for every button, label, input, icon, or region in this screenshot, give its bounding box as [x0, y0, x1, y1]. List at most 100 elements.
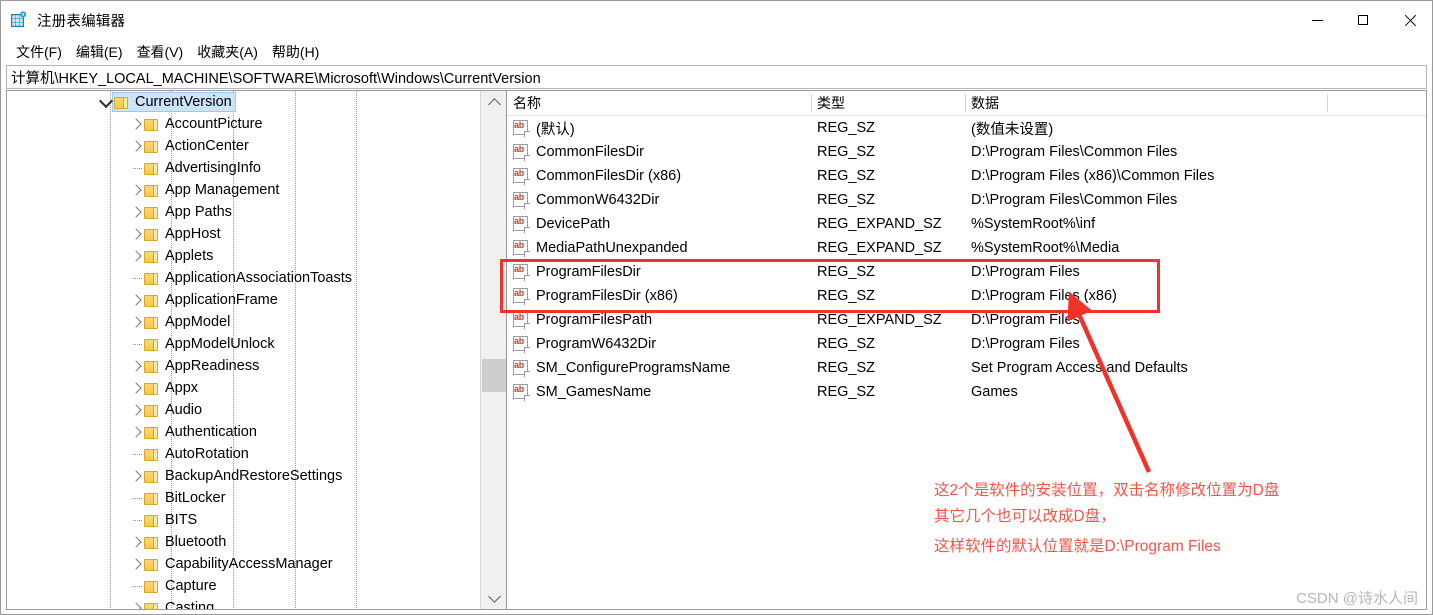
chevron-right-icon[interactable] [130, 377, 144, 399]
chevron-right-icon[interactable] [130, 135, 144, 157]
column-header-type[interactable]: 类型 [811, 91, 965, 115]
scrollbar-thumb[interactable] [482, 359, 506, 392]
chevron-right-icon[interactable] [130, 399, 144, 421]
tree-node[interactable]: CapabilityAccessManager [7, 553, 480, 575]
tree-node[interactable]: Capture [7, 575, 480, 597]
tree-node[interactable]: ActionCenter [7, 135, 480, 157]
value-row[interactable]: ab (默认) REG_SZ (数值未设置) [507, 116, 1426, 140]
address-bar[interactable]: 计算机\HKEY_LOCAL_MACHINE\SOFTWARE\Microsof… [6, 65, 1427, 89]
tree-node[interactable]: App Management [7, 179, 480, 201]
tree-node-content[interactable]: AppModelUnlock [144, 334, 275, 354]
tree-node[interactable]: BackupAndRestoreSettings [7, 465, 480, 487]
tree-node-label: AppModel [165, 314, 231, 330]
tree-node[interactable]: Applets [7, 245, 480, 267]
tree-node-content[interactable]: AppReadiness [144, 356, 259, 376]
tree-node[interactable]: ApplicationAssociationToasts [7, 267, 480, 289]
tree-node-content[interactable]: BitLocker [144, 488, 225, 508]
tree-node-content[interactable]: AccountPicture [144, 114, 263, 134]
chevron-right-icon[interactable] [130, 553, 144, 575]
tree-node-content[interactable]: Audio [144, 400, 202, 420]
tree-node[interactable]: BitLocker [7, 487, 480, 509]
tree-node-label: BackupAndRestoreSettings [165, 468, 343, 484]
value-row[interactable]: ab ProgramFilesPath REG_EXPAND_SZ D:\Progra… [507, 308, 1426, 332]
tree-node[interactable]: Authentication [7, 421, 480, 443]
chevron-right-icon[interactable] [130, 465, 144, 487]
menu-item-2[interactable]: 查看(V) [130, 40, 191, 64]
value-row[interactable]: ab ProgramW6432Dir REG_SZ D:\Program Files [507, 332, 1426, 356]
value-row[interactable]: ab CommonFilesDir REG_SZ D:\Program Files\C… [507, 140, 1426, 164]
tree-node[interactable]: AccountPicture [7, 113, 480, 135]
tree-node[interactable]: AppModelUnlock [7, 333, 480, 355]
value-row[interactable]: ab CommonFilesDir (x86) REG_SZ D:\Program F… [507, 164, 1426, 188]
tree-node-content[interactable]: AutoRotation [144, 444, 249, 464]
chevron-right-icon[interactable] [130, 223, 144, 245]
tree-node[interactable]: AutoRotation [7, 443, 480, 465]
tree-node-content[interactable]: Appx [144, 378, 198, 398]
value-row[interactable]: ab MediaPathUnexpanded REG_EXPAND_SZ %Syste… [507, 236, 1426, 260]
tree-node-content[interactable]: AdvertisingInfo [144, 158, 261, 178]
tree-node-content[interactable]: BITS [144, 510, 197, 530]
tree-node-content[interactable]: Casting [144, 598, 214, 609]
column-header-name[interactable]: 名称 [507, 91, 811, 115]
tree-node-content[interactable]: CurrentVersion [112, 92, 236, 112]
tree-node-content[interactable]: Authentication [144, 422, 257, 442]
scroll-up-button[interactable] [481, 91, 506, 113]
value-row[interactable]: ab ProgramFilesDir (x86) REG_SZ D:\Program … [507, 284, 1426, 308]
chevron-right-icon[interactable] [130, 311, 144, 333]
tree-node-content[interactable]: AppHost [144, 224, 221, 244]
tree-node-content[interactable]: Applets [144, 246, 213, 266]
maximize-button[interactable] [1340, 1, 1386, 39]
tree-node[interactable]: AppReadiness [7, 355, 480, 377]
column-header-data[interactable]: 数据 [965, 91, 1327, 115]
tree-node[interactable]: AppHost [7, 223, 480, 245]
menu-item-3[interactable]: 收藏夹(A) [190, 40, 265, 64]
tree-node-content[interactable]: App Management [144, 180, 279, 200]
value-name-cell: ab MediaPathUnexpanded [513, 236, 688, 260]
chevron-right-icon[interactable] [130, 289, 144, 311]
chevron-right-icon[interactable] [130, 201, 144, 223]
value-row[interactable]: ab DevicePath REG_EXPAND_SZ %SystemRoot%\in… [507, 212, 1426, 236]
menu-item-1[interactable]: 编辑(E) [69, 40, 130, 64]
minimize-button[interactable] [1294, 1, 1340, 39]
value-name-label: DevicePath [536, 216, 611, 232]
tree-node-content[interactable]: ApplicationAssociationToasts [144, 268, 352, 288]
tree-node[interactable]: App Paths [7, 201, 480, 223]
tree-node[interactable]: BITS [7, 509, 480, 531]
menu-item-0[interactable]: 文件(F) [9, 40, 69, 64]
menu-item-4[interactable]: 帮助(H) [265, 40, 326, 64]
string-value-icon: ab [513, 360, 530, 377]
chevron-right-icon[interactable] [130, 179, 144, 201]
tree-node-content[interactable]: App Paths [144, 202, 232, 222]
chevron-right-icon[interactable] [130, 113, 144, 135]
value-row[interactable]: ab SM_GamesName REG_SZ Games [507, 380, 1426, 404]
tree-node[interactable]: ApplicationFrame [7, 289, 480, 311]
tree-node-content[interactable]: Bluetooth [144, 532, 226, 552]
folder-icon [144, 602, 159, 609]
chevron-right-icon[interactable] [130, 531, 144, 553]
chevron-right-icon[interactable] [130, 245, 144, 267]
tree-node[interactable]: AppModel [7, 311, 480, 333]
chevron-down-icon[interactable] [98, 91, 114, 113]
value-row[interactable]: ab CommonW6432Dir REG_SZ D:\Program Files\C… [507, 188, 1426, 212]
tree-node[interactable]: Bluetooth [7, 531, 480, 553]
value-row[interactable]: ab SM_ConfigureProgramsName REG_SZ Set Prog… [507, 356, 1426, 380]
tree-node-content[interactable]: AppModel [144, 312, 230, 332]
tree-node-content[interactable]: ApplicationFrame [144, 290, 278, 310]
tree-vertical-scrollbar[interactable] [480, 91, 506, 609]
chevron-right-icon[interactable] [130, 597, 144, 609]
tree-node-content[interactable]: CapabilityAccessManager [144, 554, 333, 574]
tree-node[interactable]: CurrentVersion [7, 91, 480, 113]
chevron-right-icon[interactable] [130, 421, 144, 443]
tree-node[interactable]: Appx [7, 377, 480, 399]
tree-node[interactable]: Casting [7, 597, 480, 609]
close-button[interactable] [1386, 1, 1432, 39]
tree-node-content[interactable]: ActionCenter [144, 136, 249, 156]
title-bar: 注册表编辑器 [1, 1, 1432, 39]
tree-node-content[interactable]: Capture [144, 576, 217, 596]
chevron-right-icon[interactable] [130, 355, 144, 377]
tree-node[interactable]: AdvertisingInfo [7, 157, 480, 179]
value-row[interactable]: ab ProgramFilesDir REG_SZ D:\Program Files [507, 260, 1426, 284]
tree-node[interactable]: Audio [7, 399, 480, 421]
tree-node-content[interactable]: BackupAndRestoreSettings [144, 466, 342, 486]
scroll-down-button[interactable] [481, 587, 506, 609]
